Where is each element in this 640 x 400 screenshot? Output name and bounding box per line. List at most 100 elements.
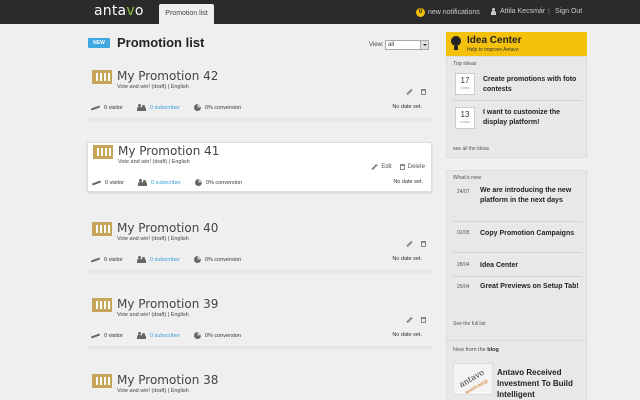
promotion-actions [406, 88, 426, 96]
promotion-item-selected[interactable]: My Promotion 41 Vote and win! (draft) | … [87, 142, 432, 192]
promotion-name[interactable]: My Promotion 40 [117, 221, 218, 235]
notification-count-badge: 0 [416, 8, 425, 17]
user-icon [490, 8, 497, 15]
whats-new-title: What's new [453, 175, 482, 181]
promotion-date: No date set. [392, 256, 422, 262]
card-divider [87, 346, 432, 351]
user-name: Attila Kecsmár [500, 8, 546, 15]
promotion-date: No date set. [392, 332, 422, 338]
visitor-count: 0 visitor [104, 104, 123, 111]
news-date: 02/05 [457, 230, 470, 236]
card-divider [87, 270, 432, 275]
view-filter-label: View: [369, 42, 384, 48]
conversion-rate: 0% conversion [205, 179, 242, 186]
promotion-actions [406, 316, 426, 324]
promotion-item[interactable]: My Promotion 42 Vote and win! (draft) | … [87, 68, 432, 118]
promotion-name[interactable]: My Promotion 41 [118, 144, 219, 158]
visitor-count: 0 visitor [104, 256, 123, 263]
view-filter-value: all [388, 42, 395, 48]
vote-box[interactable]: 17 votes [455, 73, 475, 95]
blog-post-image[interactable]: antavo seedcamp [453, 363, 493, 396]
idea-link[interactable]: Create promotions with foto contests [483, 75, 581, 95]
conversion-rate: 0% conversion [204, 256, 241, 263]
top-bar: antavo Promotion list 0 new notification… [0, 0, 640, 24]
card-divider [87, 118, 432, 123]
idea-center-header[interactable]: Idea Center Help to improve Antavo [446, 32, 587, 56]
trash-icon [399, 164, 405, 170]
news-date: 25/04 [457, 284, 470, 290]
blog-panel: New from the blog antavo seedcamp Antavo… [446, 340, 587, 400]
delete-label: Delete [407, 164, 425, 170]
promotion-actions: Edit Delete [371, 163, 425, 171]
promotion-date: No date set. [392, 104, 422, 110]
trash-icon[interactable] [421, 317, 426, 323]
promotion-item[interactable]: My Promotion 40 Vote and win! (draft) | … [87, 220, 432, 270]
tab-promotion-list[interactable]: Promotion list [159, 4, 214, 24]
promotion-name[interactable]: My Promotion 38 [117, 373, 218, 387]
news-link[interactable]: We are introducing the new platform in t… [480, 186, 582, 206]
edit-label: Edit [381, 164, 392, 170]
edit-button[interactable]: Edit [371, 163, 392, 171]
trash-icon[interactable] [421, 241, 426, 247]
promotion-item[interactable]: My Promotion 38 Vote and win! (draft) | … [87, 372, 432, 400]
subscriber-count-link[interactable]: 0 subscriber [150, 257, 180, 263]
antavo-logo[interactable]: antavo [94, 3, 144, 19]
pie-chart-icon [193, 256, 201, 263]
view-filter-select[interactable]: all [385, 40, 429, 50]
new-promotion-button[interactable]: NEW [88, 38, 110, 48]
whats-new-panel: What's new 24/07 We are introducing the … [446, 170, 587, 366]
news-link[interactable]: Great Previews on Setup Tab! [480, 282, 582, 292]
promotion-item[interactable]: My Promotion 39 Vote and win! (draft) | … [87, 296, 432, 346]
pie-chart-icon [193, 104, 201, 111]
promotion-name[interactable]: My Promotion 42 [117, 69, 218, 83]
news-date: 28/04 [457, 262, 470, 268]
notifications[interactable]: 0 new notifications [416, 8, 480, 17]
promotion-thumbnail [93, 145, 113, 159]
idea-link[interactable]: I want to customize the display platform… [483, 108, 581, 128]
chevron-down-icon [420, 41, 428, 49]
pie-chart-icon [194, 179, 202, 186]
subscriber-count-link[interactable]: 0 subscriber [150, 333, 180, 339]
news-link[interactable]: Copy Promotion Campaigns [480, 229, 582, 239]
paper-plane-icon [91, 105, 100, 111]
promotion-description: Vote and win! (draft) | English [117, 236, 189, 242]
blog-section-title: New from the blog [453, 347, 499, 353]
subscribers-icon [136, 332, 146, 339]
sign-out-link[interactable]: Sign Out [555, 8, 582, 15]
top-ideas-title: Top ideas [453, 61, 477, 67]
blog-link[interactable]: blog [487, 347, 499, 353]
conversion-rate: 0% conversion [204, 104, 241, 111]
promotion-description: Vote and win! (draft) | English [117, 388, 189, 394]
divider [453, 221, 582, 222]
visitor-count: 0 visitor [104, 332, 123, 339]
vote-box[interactable]: 13 votes [455, 107, 475, 129]
promotion-stats: 0 visitor 0 subscriber 0% conversion No … [91, 256, 428, 263]
promotion-thumbnail [92, 374, 112, 388]
top-ideas-panel: Top ideas 17 votes Create promotions wit… [446, 56, 587, 158]
promotion-stats: 0 visitor 0 subscriber 0% conversion No … [92, 179, 429, 186]
user-menu[interactable]: Attila Kecsmár [490, 8, 545, 15]
topbar-separator: | [548, 8, 550, 15]
delete-button[interactable]: Delete [399, 164, 425, 170]
promotion-thumbnail [92, 222, 112, 236]
edit-icon[interactable] [406, 316, 413, 324]
pie-chart-icon [193, 332, 201, 339]
promotion-name[interactable]: My Promotion 39 [117, 297, 218, 311]
subscribers-icon [137, 179, 147, 186]
see-all-ideas-link[interactable]: see all the ideas [453, 146, 489, 152]
promotion-description: Vote and win! (draft) | English [118, 159, 190, 165]
edit-icon[interactable] [406, 240, 413, 248]
subscriber-count-link[interactable]: 0 subscriber [151, 180, 181, 186]
paper-plane-icon [91, 333, 100, 339]
edit-icon[interactable] [406, 88, 413, 96]
trash-icon[interactable] [421, 89, 426, 95]
blog-post-title[interactable]: Antavo Received Investment To Build Inte… [497, 367, 585, 400]
subscriber-count-link[interactable]: 0 subscriber [150, 105, 180, 111]
see-full-list-link[interactable]: See the full list [453, 321, 486, 327]
blog-label-prefix: New from the [453, 347, 486, 353]
divider [453, 252, 582, 253]
visitor-count: 0 visitor [105, 179, 124, 186]
edit-icon [371, 163, 378, 171]
news-link[interactable]: Idea Center [480, 261, 582, 271]
promotion-thumbnail [92, 70, 112, 84]
